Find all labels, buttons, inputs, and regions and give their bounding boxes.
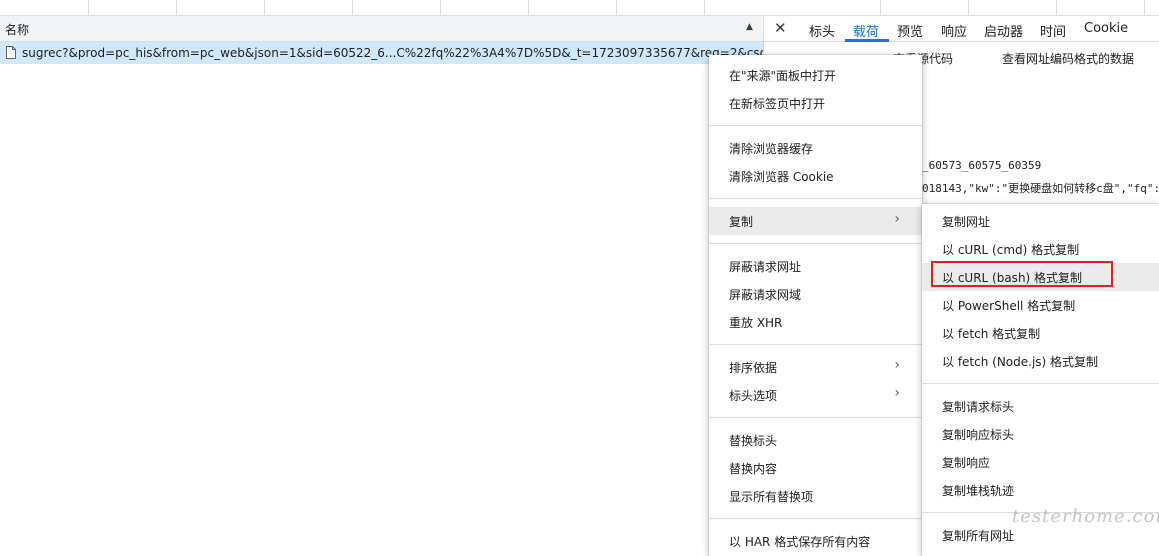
request-url: sugrec?&prod=pc_his&from=pc_web&json=1&s…	[22, 46, 763, 60]
menu-item-label: 清除浏览器缓存	[729, 142, 814, 156]
menu-item-copy-as-fetch[interactable]: 以 fetch 格式复制	[922, 319, 1159, 347]
request-row-selected[interactable]: sugrec?&prod=pc_his&from=pc_web&json=1&s…	[0, 42, 763, 64]
menu-separator	[709, 198, 922, 199]
menu-item-label: 排序依据	[729, 361, 778, 375]
grid-divider	[1144, 0, 1145, 16]
menu-item-label: 以 fetch 格式复制	[942, 327, 1041, 341]
devtools-network-window: 名称 ▲ sugrec?&prod=pc_his&from=pc_web&jso…	[0, 0, 1159, 556]
menu-item-label: 以 PowerShell 格式复制	[942, 299, 1076, 313]
details-tabbar: ✕ 标头 载荷 预览 响应 启动器 时间 Cookie	[764, 16, 1159, 42]
payload-value-line: 018143,"kw":"更换硬盘如何转移c盘","fq":2	[922, 182, 1159, 195]
menu-item-copy-response-headers[interactable]: 复制响应标头	[922, 420, 1159, 448]
payload-value-line: _60573_60575_60359	[922, 159, 1042, 172]
tab-initiator[interactable]: 启动器	[984, 21, 1023, 40]
sort-ascending-icon[interactable]: ▲	[746, 22, 753, 32]
menu-item-override-headers[interactable]: 替换标头	[709, 426, 922, 454]
menu-item-label: 复制请求标头	[942, 400, 1015, 414]
grid-divider	[88, 0, 89, 16]
menu-item-label: 在新标签页中打开	[729, 97, 826, 111]
menu-item-label: 复制网址	[942, 215, 991, 229]
chevron-right-icon: ›	[894, 385, 900, 401]
menu-item-copy-request-headers[interactable]: 复制请求标头	[922, 392, 1159, 420]
menu-item-label: 复制堆栈轨迹	[942, 484, 1015, 498]
grid-divider	[616, 0, 617, 16]
waterfall-grid-strip	[0, 0, 1159, 16]
tab-headers[interactable]: 标头	[809, 21, 835, 40]
menu-item-sort-by[interactable]: 排序依据 ›	[709, 353, 922, 381]
menu-item-override-content[interactable]: 替换内容	[709, 454, 922, 482]
grid-divider	[1056, 0, 1057, 16]
grid-divider	[704, 0, 705, 16]
grid-divider	[968, 0, 969, 16]
menu-item-label: 复制所有网址	[942, 529, 1015, 543]
menu-item-label: 以 HAR 格式保存所有内容	[729, 535, 871, 549]
chevron-right-icon: ›	[894, 357, 900, 373]
menu-item-block-request-url[interactable]: 屏蔽请求网址	[709, 252, 922, 280]
menu-item-label: 屏蔽请求网域	[729, 288, 802, 302]
menu-item-save-all-as-har[interactable]: 以 HAR 格式保存所有内容	[709, 527, 922, 555]
menu-item-replay-xhr[interactable]: 重放 XHR	[709, 308, 922, 336]
close-icon[interactable]: ✕	[774, 19, 787, 37]
grid-divider	[264, 0, 265, 16]
name-column-header[interactable]: 名称	[5, 21, 29, 38]
menu-item-copy[interactable]: 复制 ›	[709, 207, 922, 235]
menu-item-label: 显示所有替换项	[729, 490, 814, 504]
view-url-encoded-link[interactable]: 查看网址编码格式的数据	[1002, 50, 1134, 67]
menu-item-label: 以 fetch (Node.js) 格式复制	[942, 355, 1099, 369]
menu-item-label: 重放 XHR	[729, 316, 783, 330]
menu-separator	[709, 344, 922, 345]
menu-item-label: 复制响应	[942, 456, 991, 470]
copy-submenu: 复制网址 以 cURL (cmd) 格式复制 以 cURL (bash) 格式复…	[922, 204, 1159, 556]
menu-item-open-in-new-tab[interactable]: 在新标签页中打开	[709, 89, 922, 117]
menu-item-copy-as-powershell[interactable]: 以 PowerShell 格式复制	[922, 291, 1159, 319]
request-list-empty-area	[0, 64, 763, 556]
menu-separator	[709, 518, 922, 519]
menu-item-copy-response[interactable]: 复制响应	[922, 448, 1159, 476]
tab-payload[interactable]: 载荷	[853, 21, 879, 40]
grid-divider	[440, 0, 441, 16]
tab-cookies[interactable]: Cookie	[1084, 21, 1128, 36]
menu-item-copy-stack-trace[interactable]: 复制堆栈轨迹	[922, 476, 1159, 504]
menu-item-label: 屏蔽请求网址	[729, 260, 802, 274]
menu-item-label: 以 cURL (cmd) 格式复制	[942, 243, 1080, 257]
watermark: testerhome.com	[1012, 506, 1159, 527]
grid-divider	[880, 0, 881, 16]
chevron-right-icon: ›	[894, 211, 900, 227]
menu-item-label: 替换标头	[729, 434, 778, 448]
tab-preview[interactable]: 预览	[897, 21, 923, 40]
menu-item-label: 替换内容	[729, 462, 778, 476]
menu-separator	[922, 383, 1159, 384]
menu-item-label: 标头选项	[729, 389, 778, 403]
menu-item-copy-as-fetch-nodejs[interactable]: 以 fetch (Node.js) 格式复制	[922, 347, 1159, 375]
grid-divider	[352, 0, 353, 16]
annotation-highlight-box	[931, 261, 1113, 287]
menu-item-open-in-sources[interactable]: 在"来源"面板中打开	[709, 61, 922, 89]
context-menu: 在"来源"面板中打开 在新标签页中打开 清除浏览器缓存 清除浏览器 Cookie…	[709, 55, 922, 556]
menu-item-label: 复制	[729, 215, 754, 229]
menu-item-block-request-domain[interactable]: 屏蔽请求网域	[709, 280, 922, 308]
menu-item-clear-cookies[interactable]: 清除浏览器 Cookie	[709, 162, 922, 190]
menu-item-label: 在"来源"面板中打开	[729, 69, 837, 83]
menu-item-copy-url[interactable]: 复制网址	[922, 207, 1159, 235]
menu-item-clear-cache[interactable]: 清除浏览器缓存	[709, 134, 922, 162]
tab-timing[interactable]: 时间	[1040, 21, 1066, 40]
grid-divider	[528, 0, 529, 16]
menu-separator	[709, 243, 922, 244]
menu-item-label: 清除浏览器 Cookie	[729, 170, 834, 184]
document-icon	[6, 46, 16, 59]
active-tab-indicator	[845, 39, 889, 42]
menu-item-show-all-overrides[interactable]: 显示所有替换项	[709, 482, 922, 510]
menu-item-header-options[interactable]: 标头选项 ›	[709, 381, 922, 409]
request-list-header[interactable]: 名称 ▲	[0, 16, 763, 42]
menu-separator	[709, 125, 922, 126]
menu-separator	[709, 417, 922, 418]
menu-item-label: 复制响应标头	[942, 428, 1015, 442]
grid-divider	[176, 0, 177, 16]
menu-item-copy-as-curl-cmd[interactable]: 以 cURL (cmd) 格式复制	[922, 235, 1159, 263]
tab-response[interactable]: 响应	[941, 21, 967, 40]
